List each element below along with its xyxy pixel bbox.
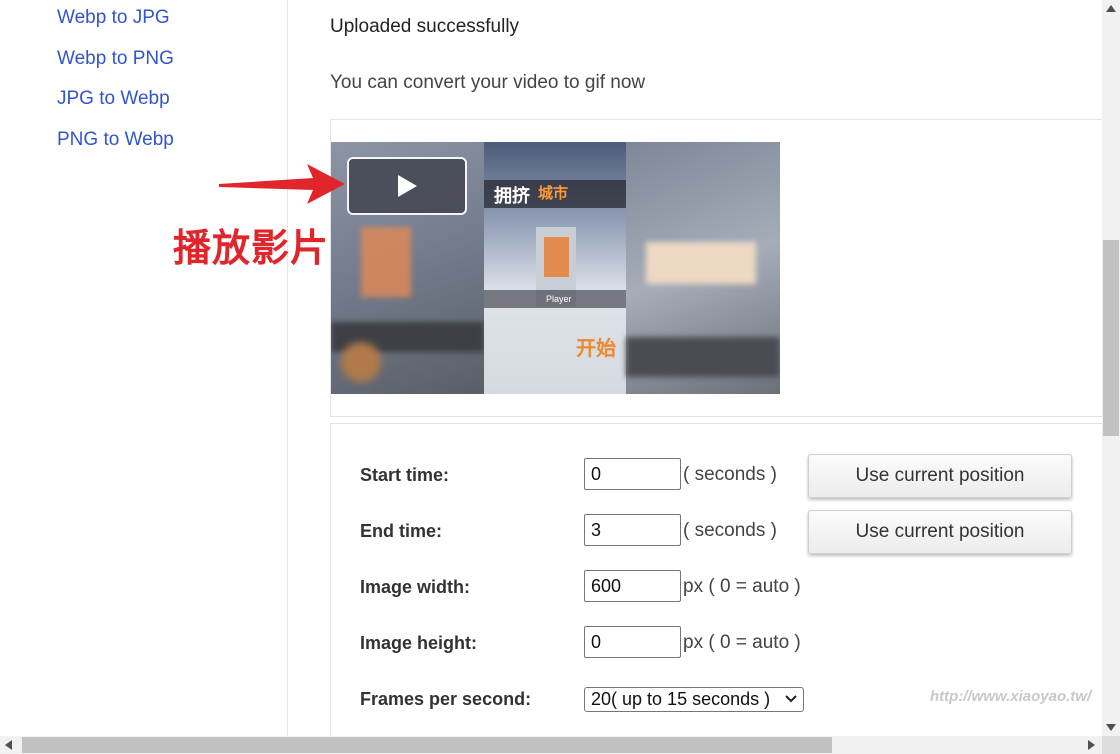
start-time-unit: ( seconds ): [683, 464, 777, 485]
scroll-down-icon[interactable]: [1106, 724, 1116, 731]
video-player[interactable]: 拥挤 城市 Player 开始: [331, 142, 780, 394]
start-time-label: Start time:: [360, 465, 450, 485]
image-width-label: Image width:: [360, 577, 471, 597]
video-container: 拥挤 城市 Player 开始: [330, 119, 1103, 417]
vertical-scrollbar[interactable]: [1102, 0, 1120, 736]
sidebar-link-png-to-webp[interactable]: PNG to Webp: [57, 129, 174, 151]
image-width-input[interactable]: [584, 570, 681, 602]
image-height-label: Image height:: [360, 633, 478, 653]
image-height-input[interactable]: [584, 626, 681, 658]
fps-label: Frames per second:: [360, 689, 532, 709]
sidebar: Webp to JPG Webp to PNG JPG to Webp PNG …: [0, 0, 288, 736]
video-frame-center: 拥挤 城市 Player 开始: [484, 142, 626, 394]
horizontal-scrollbar[interactable]: [0, 736, 1120, 754]
start-time-input[interactable]: [584, 458, 681, 490]
annotation-arrow-icon: [219, 164, 345, 204]
play-icon: [398, 175, 417, 197]
video-text-title1: 拥挤: [494, 186, 530, 207]
annotation-label: 播放影片: [173, 226, 330, 270]
sidebar-link-jpg-to-webp[interactable]: JPG to Webp: [57, 88, 170, 110]
fps-select[interactable]: 20( up to 15 seconds ): [584, 687, 804, 712]
horizontal-scroll-thumb[interactable]: [22, 737, 832, 753]
convert-hint: You can convert your video to gif now: [330, 72, 646, 93]
upload-status: Uploaded successfully: [330, 16, 520, 37]
video-text-start: 开始: [576, 336, 616, 360]
scrollbar-corner: [1102, 736, 1120, 754]
sidebar-link-webp-to-jpg[interactable]: Webp to JPG: [57, 7, 170, 29]
vertical-scroll-thumb[interactable]: [1103, 240, 1119, 436]
end-time-label: End time:: [360, 521, 443, 541]
end-use-current-position-button[interactable]: Use current position: [808, 510, 1072, 554]
watermark: http://www.xiaoyao.tw/: [930, 688, 1092, 705]
main-content: Uploaded successfully You can convert yo…: [288, 0, 1103, 737]
fps-selected-value: 20( up to 15 seconds ): [591, 689, 771, 709]
video-text-title2: 城市: [538, 184, 569, 202]
start-use-current-position-button[interactable]: Use current position: [808, 454, 1072, 498]
play-button[interactable]: [347, 157, 467, 215]
scroll-right-icon[interactable]: [1088, 740, 1095, 750]
chevron-down-icon: [785, 695, 797, 703]
video-frame-right: [626, 142, 780, 394]
end-time-unit: ( seconds ): [683, 520, 777, 541]
image-width-unit: px ( 0 = auto ): [683, 576, 801, 597]
scroll-up-icon[interactable]: [1106, 5, 1116, 12]
scroll-left-icon[interactable]: [5, 740, 12, 750]
sidebar-link-webp-to-png[interactable]: Webp to PNG: [57, 48, 174, 70]
end-time-input[interactable]: [584, 514, 681, 546]
image-height-unit: px ( 0 = auto ): [683, 632, 801, 653]
video-text-player: Player: [546, 294, 572, 304]
